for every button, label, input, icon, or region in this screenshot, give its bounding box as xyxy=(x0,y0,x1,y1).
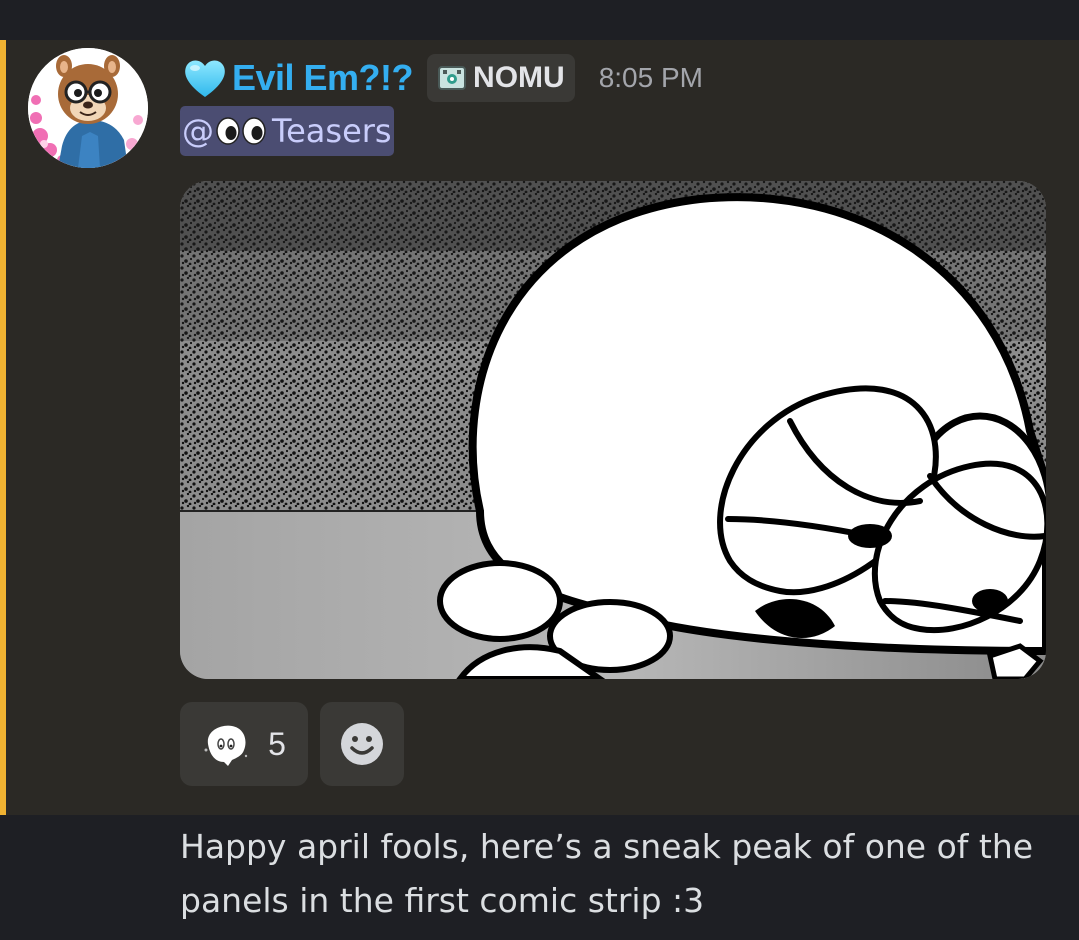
light-blue-heart-icon xyxy=(185,60,225,97)
top-strip xyxy=(0,0,1079,40)
followup-message-text: Happy april fools, here’s a sneak peak o… xyxy=(180,827,1034,920)
message-mentioned: Evil Em?!? NOMU 8:05 PM @ Teasers 5 xyxy=(0,40,1079,815)
guild-tag-label: NOMU xyxy=(473,61,565,94)
message-header: Evil Em?!? NOMU 8:05 PM xyxy=(180,52,703,104)
comic-panel-image[interactable] xyxy=(180,181,1046,679)
role-mention[interactable]: @ Teasers xyxy=(180,106,394,156)
smiley-face-icon xyxy=(341,723,383,765)
role-mention-label: Teasers xyxy=(272,112,392,150)
ghost-character-emoji xyxy=(204,725,248,766)
reaction-button[interactable]: 5 xyxy=(180,702,308,786)
avatar[interactable] xyxy=(28,48,148,168)
eyes-emoji-icon xyxy=(216,117,266,145)
tag-badge-icon xyxy=(438,66,467,90)
guild-tag[interactable]: NOMU xyxy=(427,54,575,102)
message-timestamp[interactable]: 8:05 PM xyxy=(599,62,703,94)
reactions-bar: 5 xyxy=(180,702,404,786)
author-display-name[interactable]: Evil Em?!? xyxy=(232,57,414,99)
add-reaction-button[interactable] xyxy=(320,702,404,786)
reaction-count: 5 xyxy=(268,725,286,762)
role-mention-prefix: @ xyxy=(182,112,214,150)
mention-highlight-bar xyxy=(0,40,6,815)
